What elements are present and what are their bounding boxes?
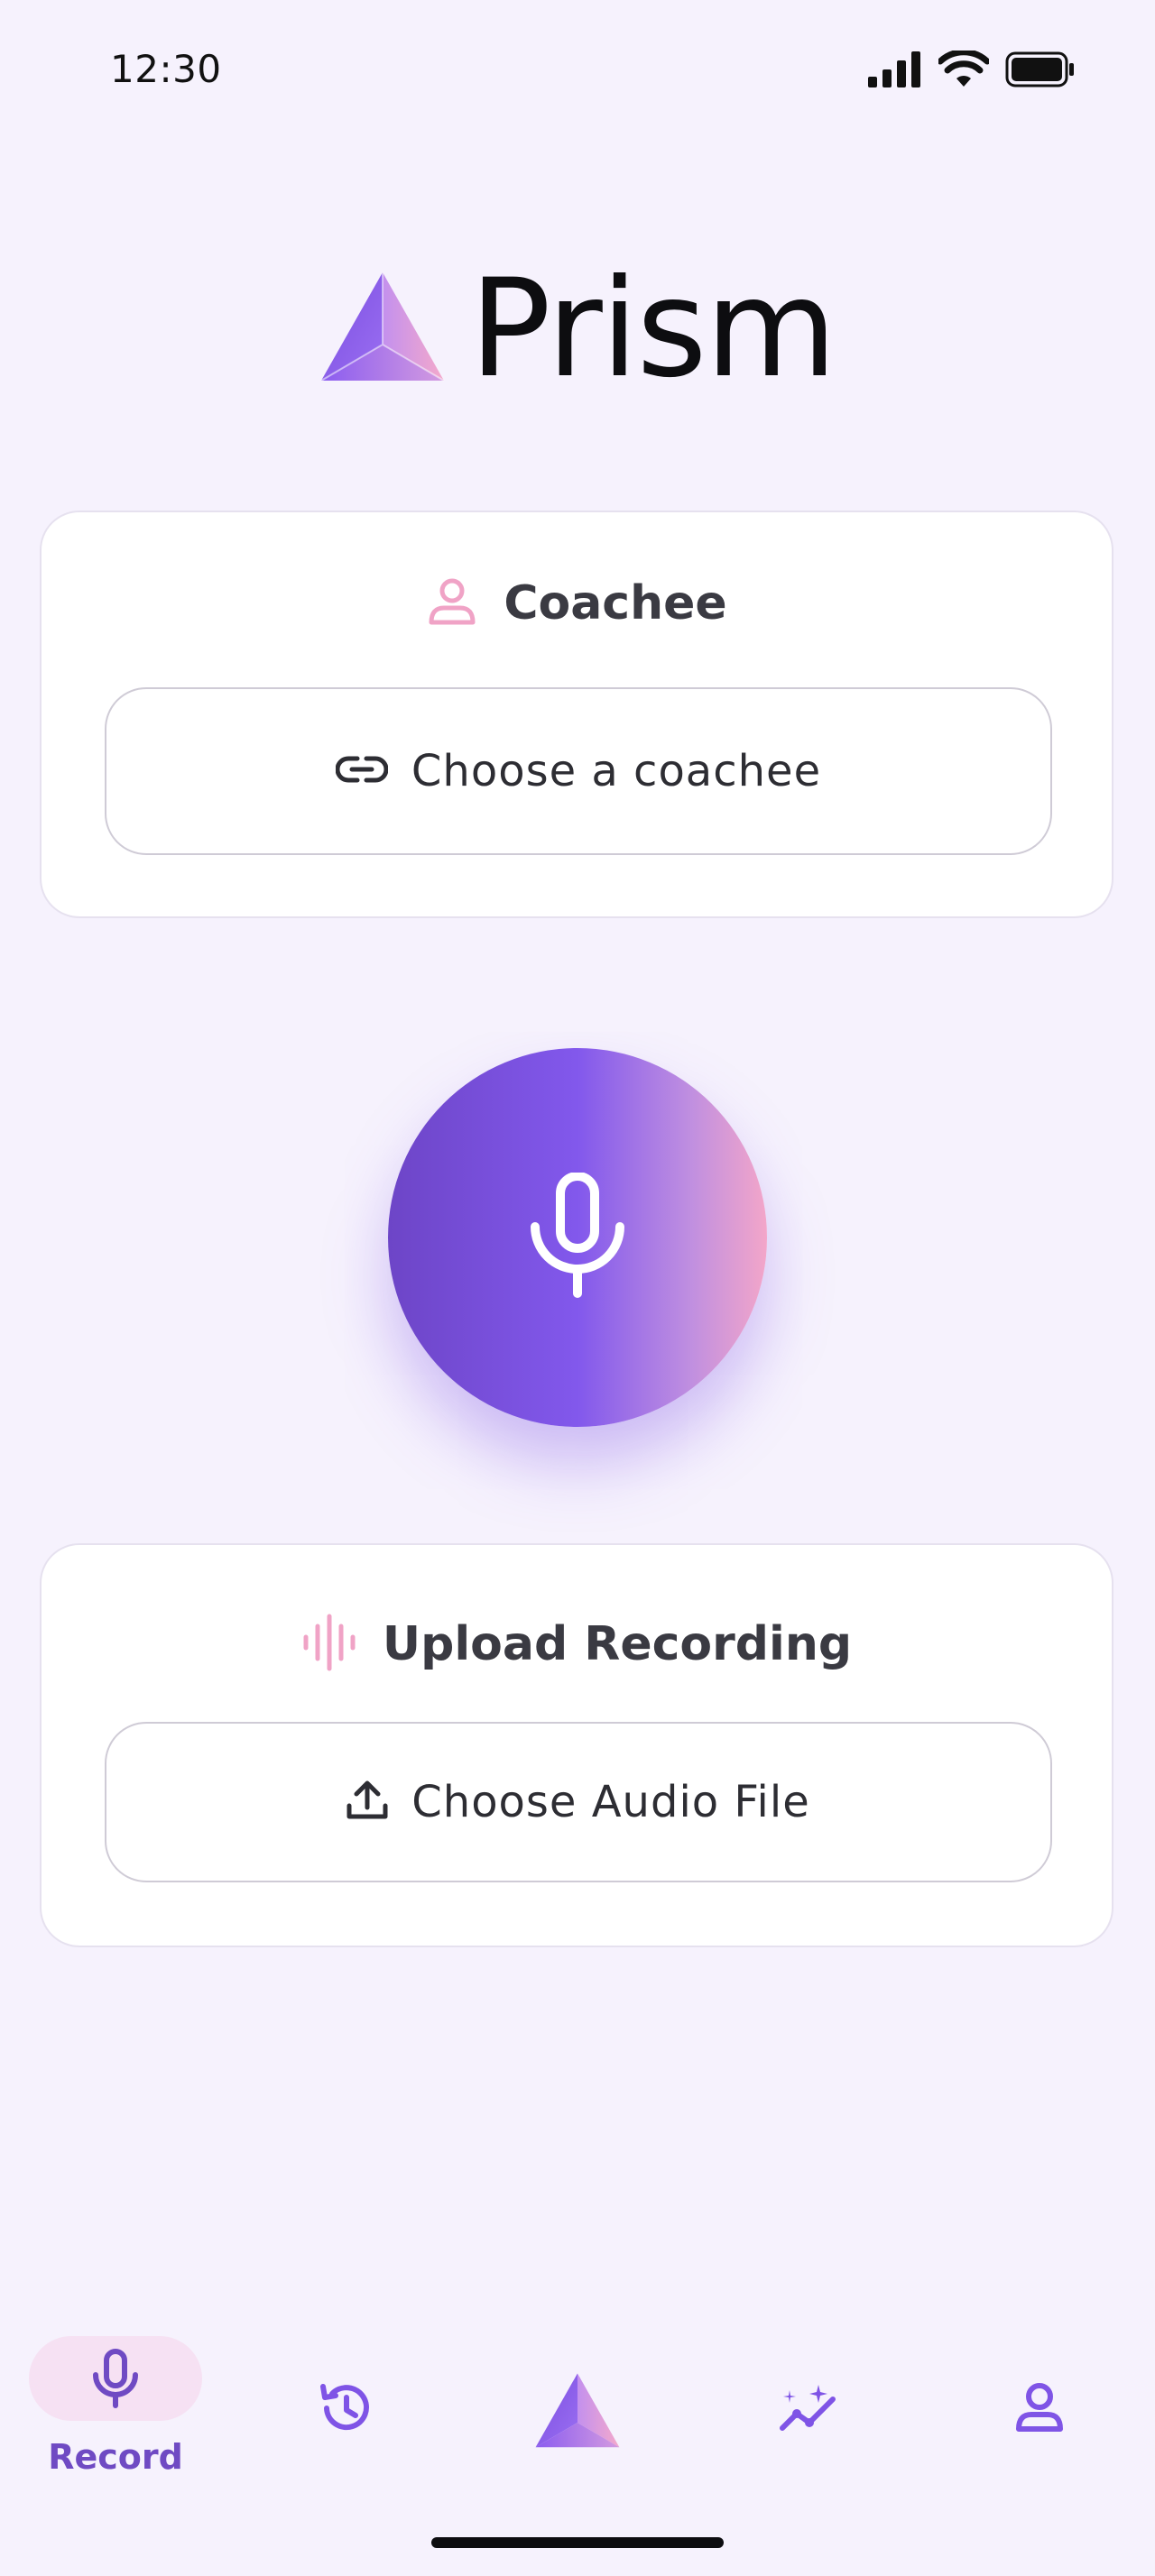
record-screen: 12:30 Prism Coachee Choose a coachee Upl… xyxy=(0,0,1155,2576)
prism-logo-icon xyxy=(532,2372,623,2453)
history-icon xyxy=(318,2381,372,2439)
record-button[interactable] xyxy=(388,1048,767,1427)
home-indicator xyxy=(431,2537,724,2548)
status-icons xyxy=(868,47,1076,92)
upload-card: Upload Recording Choose Audio File xyxy=(40,1543,1113,1947)
status-bar: 12:30 xyxy=(0,0,1155,144)
prism-logo-icon xyxy=(319,271,446,388)
wifi-icon xyxy=(938,51,989,88)
upload-card-header: Upload Recording xyxy=(42,1614,1112,1675)
nav-item-profile[interactable] xyxy=(1011,2381,1068,2439)
choose-audio-file-button[interactable]: Choose Audio File xyxy=(105,1722,1052,1882)
bottom-nav: Record xyxy=(0,2336,1155,2498)
profile-icon xyxy=(1014,2381,1065,2437)
coachee-card: Coachee Choose a coachee xyxy=(40,511,1113,918)
app-logo: Prism xyxy=(0,253,1155,406)
coachee-card-title: Coachee xyxy=(504,576,727,630)
mic-icon xyxy=(528,1172,627,1302)
upload-icon xyxy=(346,1780,388,1824)
insights-icon xyxy=(777,2381,840,2437)
nav-item-home[interactable] xyxy=(532,2372,623,2453)
choose-coachee-button[interactable]: Choose a coachee xyxy=(105,687,1052,855)
upload-card-title: Upload Recording xyxy=(382,1617,853,1671)
person-icon xyxy=(426,575,478,631)
link-icon xyxy=(335,754,389,788)
status-time: 12:30 xyxy=(110,47,222,91)
nav-item-record[interactable]: Record xyxy=(29,2336,202,2489)
choose-coachee-label: Choose a coachee xyxy=(411,746,822,796)
cellular-signal-icon xyxy=(868,51,922,87)
battery-icon xyxy=(1005,51,1076,87)
coachee-card-header: Coachee xyxy=(42,575,1112,631)
mic-icon xyxy=(92,2349,139,2412)
audio-waveform-icon xyxy=(301,1614,357,1675)
nav-item-record-label: Record xyxy=(48,2437,183,2477)
choose-audio-file-label: Choose Audio File xyxy=(411,1777,810,1827)
nav-item-insights[interactable] xyxy=(776,2381,841,2439)
app-name: Prism xyxy=(469,251,836,408)
nav-item-history[interactable] xyxy=(316,2381,374,2439)
